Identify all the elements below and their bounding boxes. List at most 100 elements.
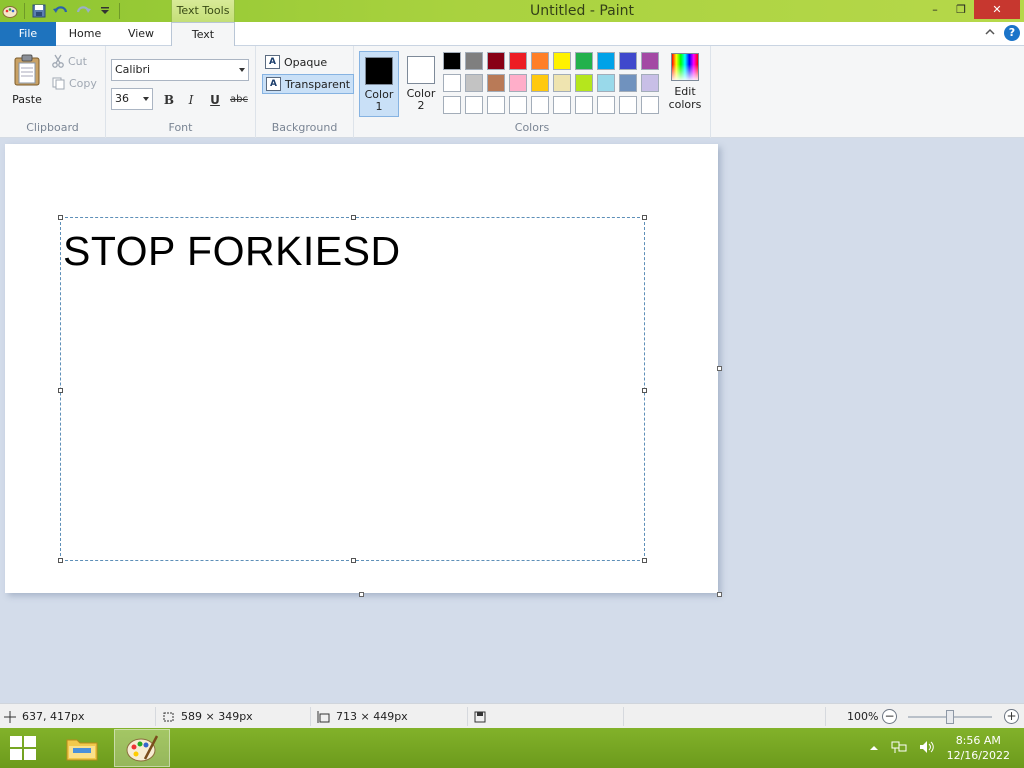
copy-button[interactable]: Copy — [52, 77, 97, 90]
color2-button[interactable]: Color 2 — [401, 51, 441, 117]
system-clock[interactable]: 8:56 AM 12/16/2022 — [947, 733, 1010, 763]
palette-color-swatch[interactable] — [465, 96, 483, 114]
zoom-slider-thumb[interactable] — [946, 710, 954, 724]
zoom-in-button[interactable]: + — [1004, 709, 1019, 724]
edit-colors-button[interactable]: Edit colors — [665, 53, 705, 111]
tab-view[interactable]: View — [115, 22, 167, 46]
textbox-handle-top-left[interactable] — [58, 215, 63, 220]
text-box-selection[interactable]: STOP FORKIESD — [58, 215, 647, 563]
palette-color-swatch[interactable] — [597, 96, 615, 114]
customize-qat-icon[interactable] — [97, 3, 113, 19]
color1-label: Color 1 — [364, 88, 394, 113]
palette-color-swatch[interactable] — [443, 74, 461, 92]
palette-color-swatch[interactable] — [531, 96, 549, 114]
palette-color-swatch[interactable] — [487, 74, 505, 92]
font-family-dropdown[interactable]: Calibri — [111, 59, 249, 81]
help-icon[interactable]: ? — [1004, 25, 1020, 41]
zoom-out-button[interactable]: − — [882, 709, 897, 724]
transparent-option[interactable]: A Transparent — [262, 74, 355, 94]
tab-file[interactable]: File — [0, 22, 56, 46]
tab-home[interactable]: Home — [60, 22, 110, 46]
palette-color-swatch[interactable] — [509, 74, 527, 92]
paste-button[interactable]: Paste — [8, 54, 46, 106]
palette-color-swatch[interactable] — [443, 96, 461, 114]
palette-color-swatch[interactable] — [597, 74, 615, 92]
palette-color-swatch[interactable] — [553, 52, 571, 70]
minimize-button[interactable]: – — [922, 0, 948, 19]
cut-button[interactable]: Cut — [52, 54, 87, 68]
font-group-label: Font — [168, 121, 193, 134]
palette-color-swatch[interactable] — [487, 96, 505, 114]
italic-button[interactable]: I — [182, 91, 200, 109]
textbox-handle-top[interactable] — [351, 215, 356, 220]
save-icon[interactable] — [31, 3, 47, 19]
drawing-canvas[interactable]: STOP FORKIESD — [5, 144, 718, 593]
palette-color-swatch[interactable] — [575, 74, 593, 92]
network-icon[interactable] — [891, 740, 907, 757]
paste-label: Paste — [12, 93, 42, 106]
strikethrough-button[interactable]: abc — [228, 91, 250, 109]
palette-color-swatch[interactable] — [553, 74, 571, 92]
textbox-handle-bottom-right[interactable] — [642, 558, 647, 563]
palette-color-swatch[interactable] — [465, 52, 483, 70]
background-group-label: Background — [271, 121, 338, 134]
textbox-handle-right[interactable] — [642, 388, 647, 393]
palette-color-swatch[interactable] — [619, 96, 637, 114]
canvas-resize-handle-bottom[interactable] — [359, 592, 364, 597]
canvas-text[interactable]: STOP FORKIESD — [63, 228, 401, 275]
palette-color-swatch[interactable] — [487, 52, 505, 70]
font-family-value: Calibri — [115, 63, 151, 76]
textbox-handle-top-right[interactable] — [642, 215, 647, 220]
underline-button[interactable]: U — [206, 91, 224, 109]
textbox-handle-bottom[interactable] — [351, 558, 356, 563]
palette-color-swatch[interactable] — [531, 74, 549, 92]
palette-color-swatch[interactable] — [641, 96, 659, 114]
palette-color-swatch[interactable] — [509, 96, 527, 114]
palette-color-swatch[interactable] — [575, 52, 593, 70]
palette-color-swatch[interactable] — [619, 74, 637, 92]
palette-color-swatch[interactable] — [553, 96, 571, 114]
speaker-icon[interactable] — [919, 740, 935, 757]
textbox-handle-bottom-left[interactable] — [58, 558, 63, 563]
palette-color-swatch[interactable] — [575, 96, 593, 114]
tab-text[interactable]: Text — [171, 22, 235, 47]
close-button[interactable]: ✕ — [974, 0, 1020, 19]
canvas-resize-handle-corner[interactable] — [717, 592, 722, 597]
palette-color-swatch[interactable] — [619, 52, 637, 70]
copy-label: Copy — [69, 77, 97, 90]
font-size-value: 36 — [115, 92, 129, 105]
paint-taskbar-button[interactable] — [114, 729, 170, 767]
font-size-dropdown[interactable]: 36 — [111, 88, 153, 110]
palette-color-swatch[interactable] — [443, 52, 461, 70]
font-group: Calibri 36 B I U abc Font — [106, 46, 256, 138]
color2-swatch — [407, 56, 435, 84]
selection-size: 589 × 349px — [162, 704, 253, 729]
undo-icon[interactable] — [53, 3, 69, 19]
windows-logo-tile — [10, 749, 22, 760]
palette-color-swatch[interactable] — [509, 52, 527, 70]
textbox-handle-left[interactable] — [58, 388, 63, 393]
restore-button[interactable]: ❐ — [948, 0, 974, 19]
bold-button[interactable]: B — [160, 91, 178, 109]
system-tray: 8:56 AM 12/16/2022 — [869, 728, 1010, 768]
windows-start-button[interactable] — [10, 736, 38, 760]
color-spectrum-icon — [671, 53, 699, 81]
paint-app-icon[interactable] — [2, 3, 18, 19]
minimize-ribbon-icon[interactable] — [984, 27, 996, 40]
file-explorer-taskbar-button[interactable] — [54, 729, 110, 767]
image-size-icon — [317, 710, 330, 723]
palette-color-swatch[interactable] — [641, 74, 659, 92]
palette-color-swatch[interactable] — [641, 52, 659, 70]
redo-icon[interactable] — [75, 3, 91, 19]
palette-color-swatch[interactable] — [597, 52, 615, 70]
color1-button[interactable]: Color 1 — [359, 51, 399, 117]
opaque-option[interactable]: A Opaque — [262, 52, 330, 72]
palette-color-swatch[interactable] — [531, 52, 549, 70]
status-divider — [155, 707, 156, 726]
text-tools-context-label: Text Tools — [171, 0, 235, 22]
show-hidden-icons-arrow[interactable] — [869, 742, 879, 755]
palette-color-swatch[interactable] — [465, 74, 483, 92]
canvas-resize-handle-right[interactable] — [717, 366, 722, 371]
dropdown-arrow-icon — [143, 97, 149, 101]
image-size: 713 × 449px — [317, 704, 408, 729]
